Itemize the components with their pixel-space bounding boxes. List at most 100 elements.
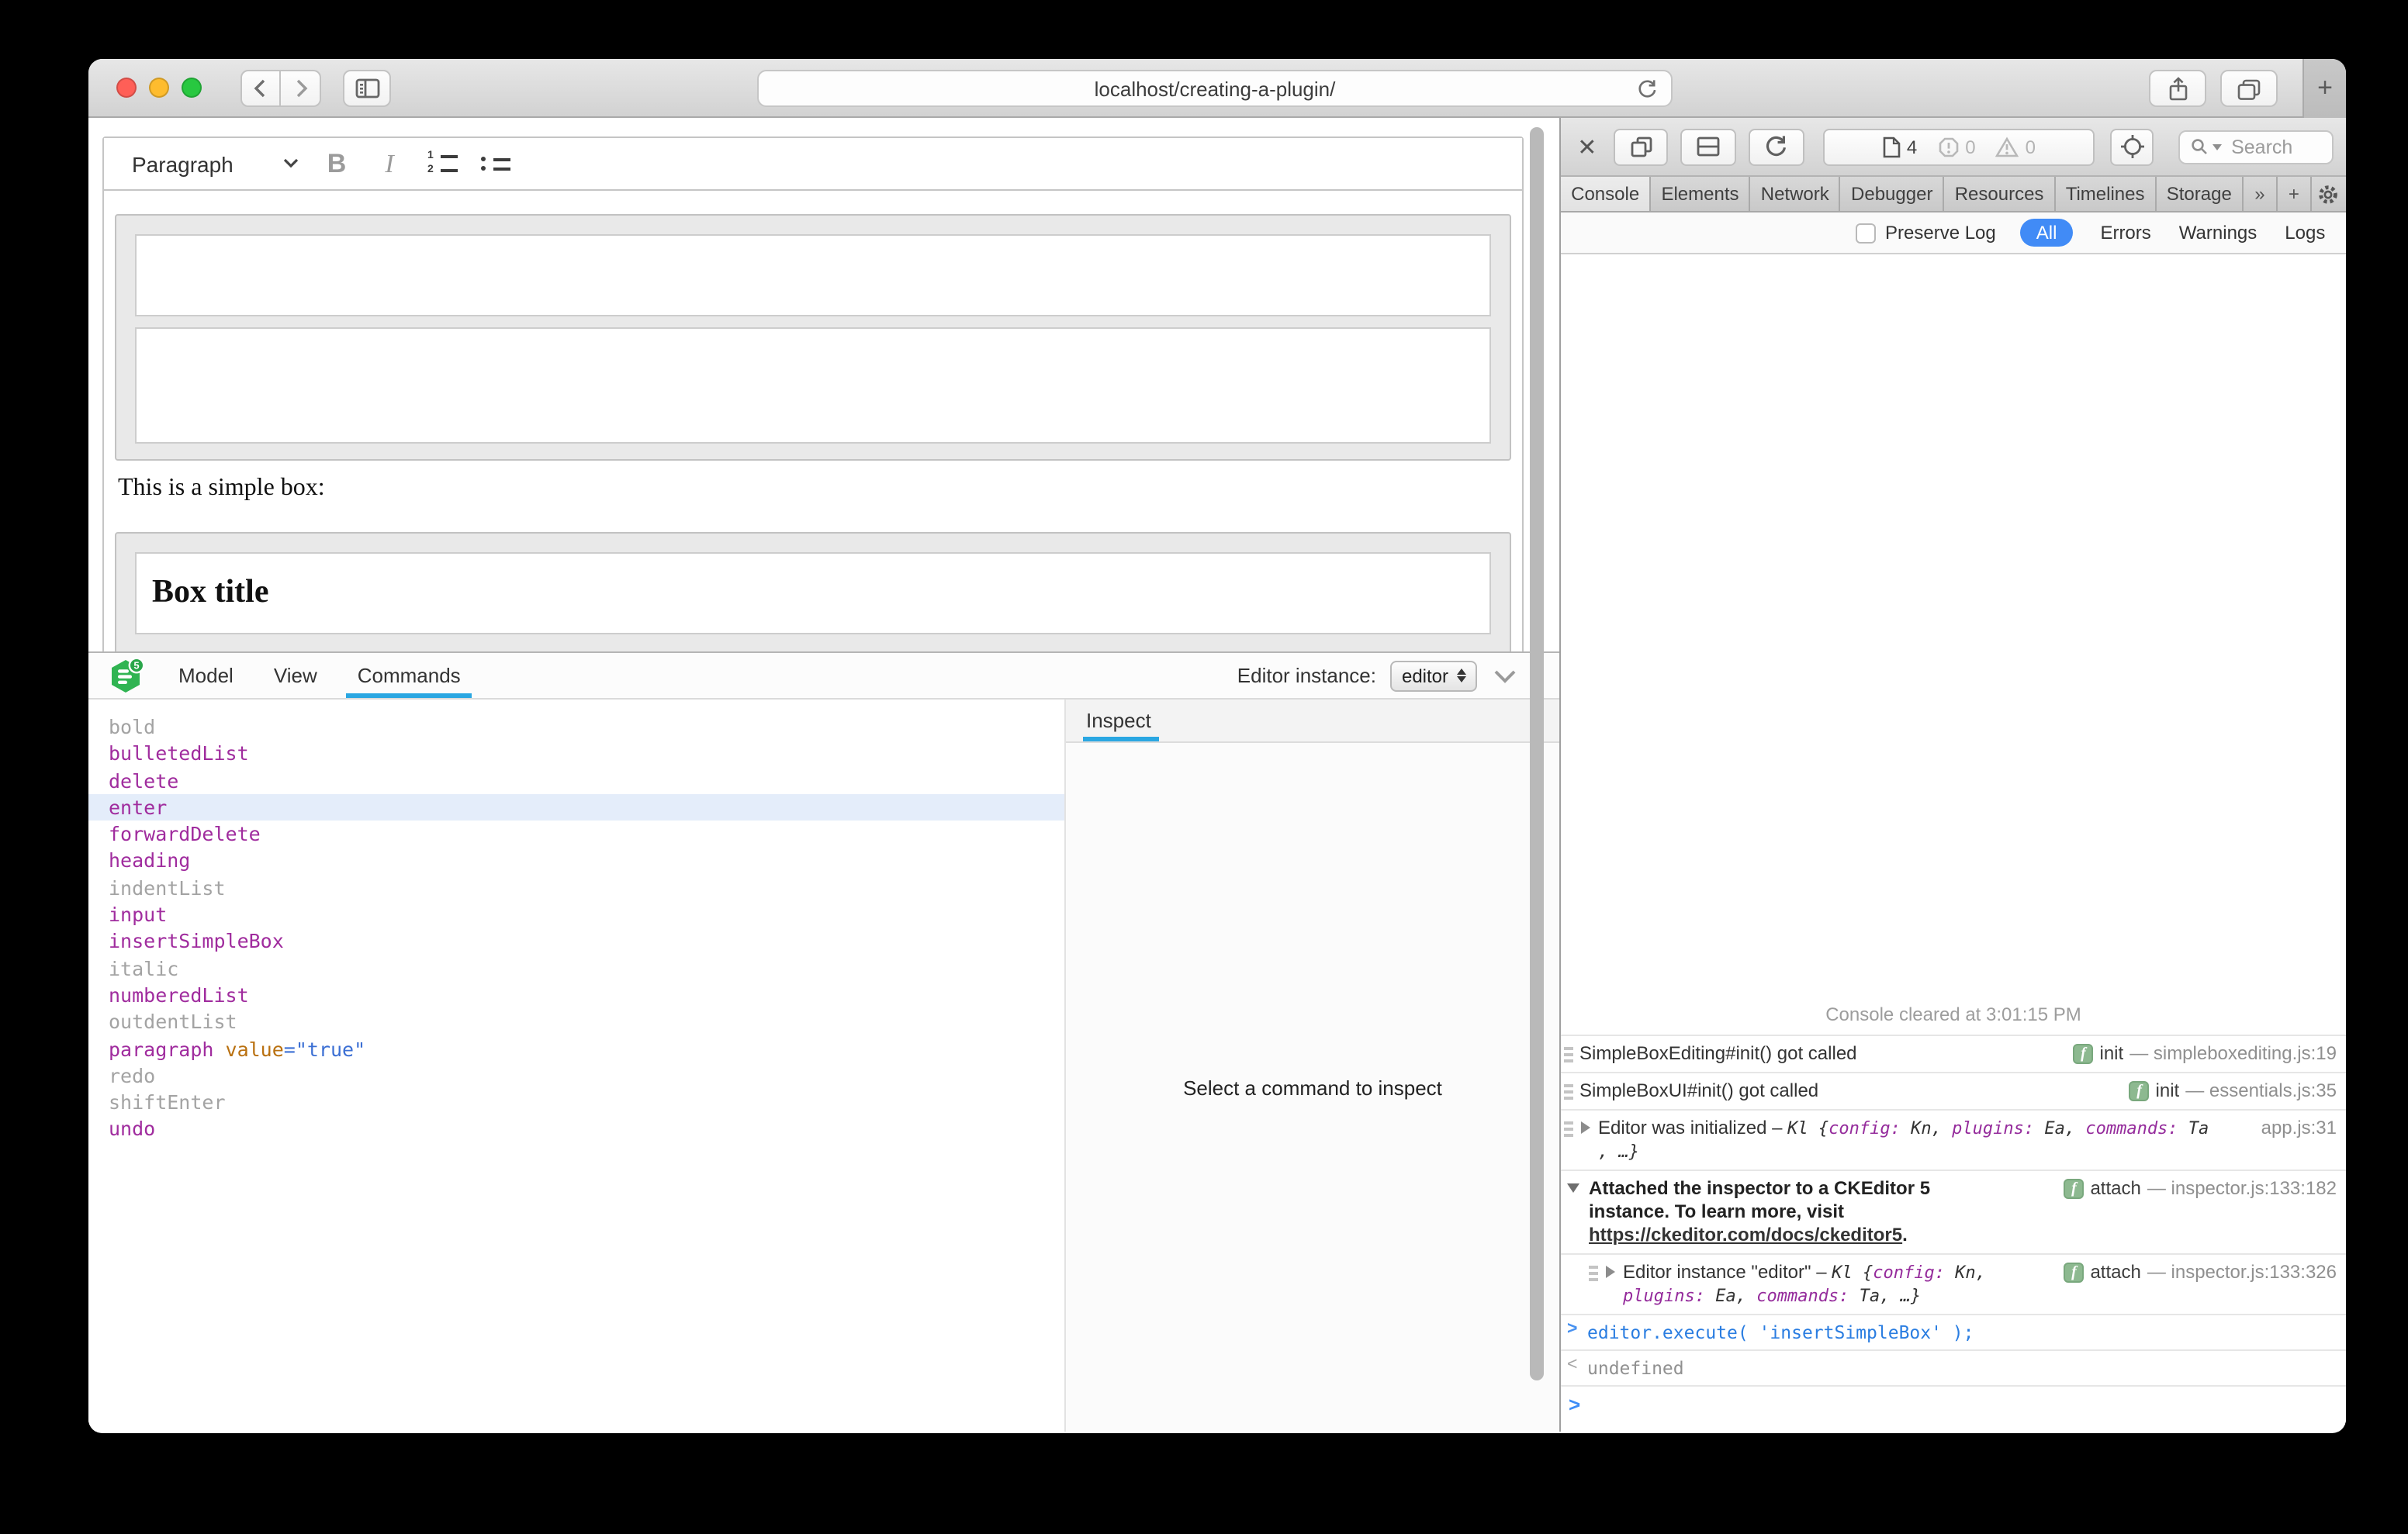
commands-list: boldbulletedListdeleteenterforwardDelete… [88,700,1066,1432]
inspector-search-field[interactable]: Search [2178,130,2334,164]
console-link[interactable]: https://ckeditor.com/docs/ckeditor5 [1589,1224,1902,1246]
command-item-bulletedList[interactable]: bulletedList [88,741,1064,768]
tab-timelines[interactable]: Timelines [2056,177,2157,211]
forward-button[interactable] [281,69,321,106]
ckeditor-inspector-panel: 5 Model View Commands Editor instance: e… [88,651,1559,1432]
filter-errors[interactable]: Errors [2100,222,2150,244]
command-item-undo[interactable]: undo [88,1116,1064,1143]
console-source-link[interactable]: — simpleboxediting.js:19 [2129,1042,2337,1066]
console-function-name: attach [2090,1177,2140,1201]
document-icon [1882,136,1901,157]
add-tab-button[interactable]: + [2278,177,2312,211]
ckeditor-logo-icon: 5 [107,657,144,694]
command-item-insertSimpleBox[interactable]: insertSimpleBox [88,928,1064,955]
tab-commands[interactable]: Commands [358,653,461,698]
console-message[interactable]: Editor instance "editor" – Kl {config: K… [1561,1253,2346,1314]
filter-all[interactable]: All [2021,219,2073,247]
tab-view[interactable]: View [274,653,317,698]
log-level-icon [1564,1047,1573,1062]
command-item-paragraph[interactable]: paragraph value="true" [88,1035,1064,1062]
paragraph-text[interactable]: This is a simple box: [118,475,325,503]
log-level-icon [1589,1266,1598,1281]
numbered-list-button[interactable]: 1 2 [424,145,461,182]
console-message[interactable]: Editor was initialized – Kl {config: Kn,… [1561,1109,2346,1170]
collapse-inspector-button[interactable] [1491,665,1519,686]
command-item-indentList[interactable]: indentList [88,875,1064,902]
dock-bottom-button[interactable] [1681,128,1736,165]
bold-button[interactable]: B [318,145,355,182]
search-placeholder: Search [2231,136,2292,157]
editor-instance-select[interactable]: editor [1390,660,1477,691]
tab-resources[interactable]: Resources [1945,177,2056,211]
reload-icon[interactable] [1635,78,1659,101]
minimize-window-button[interactable] [149,78,169,98]
bulleted-list-button[interactable] [476,145,514,182]
filter-warnings[interactable]: Warnings [2179,222,2258,244]
box-title-text: Box title [137,554,1489,611]
web-inspector: ✕ [1559,118,2346,1432]
share-icon [2165,75,2190,102]
sidebar-toggle-button[interactable] [343,69,391,106]
italic-button[interactable]: I [371,145,408,182]
command-item-heading[interactable]: heading [88,848,1064,875]
address-bar[interactable]: localhost/creating-a-plugin/ [757,70,1673,107]
disclosure-expanded-icon[interactable] [1567,1183,1579,1193]
console-text-run: Kl { [1787,1118,1828,1138]
share-button[interactable] [2149,70,2206,107]
dock-side-button[interactable] [1614,128,1669,165]
filter-logs[interactable]: Logs [2285,222,2325,244]
command-item-redo[interactable]: redo [88,1062,1064,1090]
reload-page-button[interactable] [1749,128,1804,165]
simple-box-description-field[interactable] [135,327,1491,444]
simple-box-title-field[interactable] [135,234,1491,316]
command-item-input[interactable]: input [88,901,1064,928]
tab-elements[interactable]: Elements [1651,177,1750,211]
command-item-delete[interactable]: delete [88,767,1064,794]
simple-box-widget-selected[interactable] [115,214,1511,461]
settings-button[interactable] [2312,177,2346,211]
tab-inspect[interactable]: Inspect [1066,700,1173,741]
console-source-link[interactable]: — inspector.js:133:326 [2147,1261,2337,1284]
console-source-link[interactable]: — essentials.js:35 [2185,1080,2337,1103]
command-item-forwardDelete[interactable]: forwardDelete [88,821,1064,848]
console-prompt[interactable]: > [1561,1385,2346,1432]
new-tab-button[interactable]: + [2302,59,2346,118]
command-item-bold[interactable]: bold [88,713,1064,741]
tab-debugger[interactable]: Debugger [1841,177,1945,211]
tab-console[interactable]: Console [1561,177,1651,211]
issues-summary[interactable]: 4 0 0 [1822,128,2095,165]
console-message: SimpleBoxEditing#init() got calledfinit—… [1561,1035,2346,1072]
command-item-enter[interactable]: enter [88,794,1064,821]
tab-overview-button[interactable] [2220,70,2278,107]
tab-network[interactable]: Network [1751,177,1841,211]
command-item-shiftEnter[interactable]: shiftEnter [88,1089,1064,1116]
disclosure-collapsed-icon[interactable] [1581,1121,1590,1134]
safari-window: localhost/creating-a-plugin/ [88,59,2346,1433]
console-text-run: config: [1873,1263,1945,1283]
close-window-button[interactable] [116,78,137,98]
inspector-header: 5 Model View Commands Editor instance: e… [88,653,1559,700]
tab-model[interactable]: Model [178,653,234,698]
command-item-numberedList[interactable]: numberedList [88,982,1064,1009]
error-octagon-icon [1937,136,1959,157]
tab-storage[interactable]: Storage [2157,177,2244,211]
inspect-pane: Inspect Select a command to inspect [1066,700,1559,1432]
console-result: < undefined [1561,1349,2346,1385]
page-scrollbar-thumb[interactable] [1530,127,1544,1380]
console-message[interactable]: Attached the inspector to a CKEditor 5in… [1561,1170,2346,1253]
zoom-window-button[interactable] [182,78,202,98]
simple-box-title-field-2[interactable]: Box title [135,552,1491,634]
close-inspector-button[interactable]: ✕ [1573,133,1601,161]
preserve-log-checkbox[interactable] [1856,223,1876,243]
element-picker-button[interactable] [2111,128,2154,165]
console-source-link[interactable]: — inspector.js:133:182 [2147,1177,2337,1201]
console-text-run: commands: [2085,1118,2178,1138]
console-source-link[interactable]: app.js:31 [2261,1117,2337,1140]
more-tabs-button[interactable]: » [2244,177,2278,211]
paragraph-style-dropdown[interactable]: Paragraph [104,138,303,189]
back-button[interactable] [240,69,281,106]
disclosure-collapsed-icon[interactable] [1606,1266,1615,1278]
command-item-italic[interactable]: italic [88,955,1064,982]
command-item-outdentList[interactable]: outdentList [88,1009,1064,1036]
console-text-run: config: [1828,1118,1901,1138]
